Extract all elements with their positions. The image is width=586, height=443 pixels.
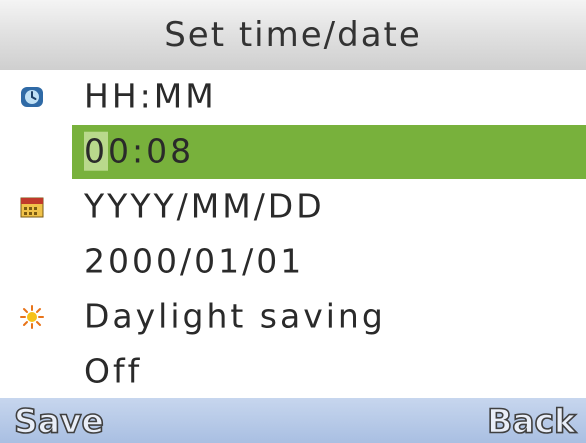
time-format-label: HH:MM: [84, 76, 217, 116]
daylight-saving-value[interactable]: Off: [84, 352, 142, 391]
softkey-bar: Save Back: [0, 398, 586, 443]
dst-value-field[interactable]: Off: [0, 345, 586, 399]
save-softkey[interactable]: Save: [13, 400, 105, 441]
date-value-field[interactable]: 2000/01/01: [0, 235, 586, 289]
daylight-saving-label: Daylight saving: [84, 296, 386, 336]
time-label-row: HH:MM: [0, 70, 586, 124]
dst-label-row: Daylight saving: [0, 290, 586, 344]
screen-title: Set time/date: [0, 0, 586, 70]
date-label-row: YYYY/MM/DD: [0, 180, 586, 234]
edit-cursor: 0: [84, 131, 108, 171]
clock-icon: [21, 87, 43, 107]
back-softkey[interactable]: Back: [486, 400, 577, 441]
date-format-label: YYYY/MM/DD: [84, 186, 325, 226]
date-value[interactable]: 2000/01/01: [84, 242, 304, 281]
time-value[interactable]: 00:08: [84, 131, 194, 171]
calendar-icon: [20, 197, 44, 218]
time-value-field[interactable]: 00:08: [0, 125, 586, 179]
sun-icon: [20, 305, 44, 329]
